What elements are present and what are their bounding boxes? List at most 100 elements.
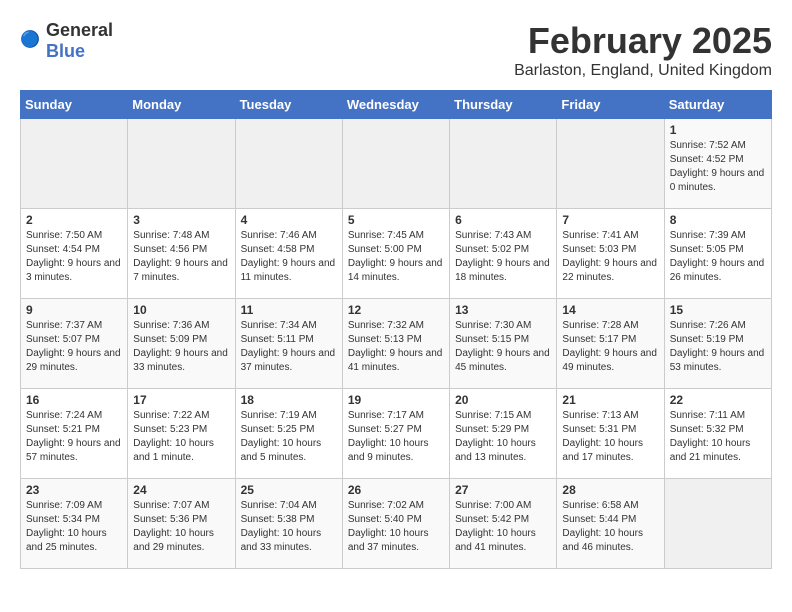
day-number: 11: [241, 303, 337, 317]
week-row-1: 1 Sunrise: 7:52 AM Sunset: 4:52 PM Daylig…: [21, 119, 772, 209]
calendar-cell: 28Sunrise: 6:58 AM Sunset: 5:44 PM Dayli…: [557, 479, 664, 569]
day-number: 24: [133, 483, 229, 497]
calendar-cell: [128, 119, 235, 209]
calendar-cell: 19 Sunrise: 7:17 AM Sunset: 5:27 PM Dayli…: [342, 389, 449, 479]
calendar-cell: 11 Sunrise: 7:34 AM Sunset: 5:11 PM Dayli…: [235, 299, 342, 389]
day-info: Sunrise: 7:02 AM Sunset: 5:40 PM Dayligh…: [348, 499, 444, 555]
day-number: 25: [241, 483, 337, 497]
day-info: Sunrise: 7:30 AM Sunset: 5:15 PM Dayligh…: [455, 319, 551, 375]
day-number: 6: [455, 213, 551, 227]
logo-blue: Blue: [46, 41, 85, 61]
day-number: 26: [348, 483, 444, 497]
header-saturday: Saturday: [664, 91, 771, 119]
day-info: Sunrise: 7:52 AM Sunset: 4:52 PM Dayligh…: [670, 139, 766, 195]
day-number: 8: [670, 213, 766, 227]
calendar-cell: 17 Sunrise: 7:22 AM Sunset: 5:23 PM Dayli…: [128, 389, 235, 479]
day-info: Sunrise: 7:28 AM Sunset: 5:17 PM Dayligh…: [562, 319, 658, 375]
main-title: February 2025: [514, 20, 772, 62]
day-info: Sunrise: 7:48 AM Sunset: 4:56 PM Dayligh…: [133, 229, 229, 285]
day-info: Sunrise: 7:37 AM Sunset: 5:07 PM Dayligh…: [26, 319, 122, 375]
day-number: 3: [133, 213, 229, 227]
day-number: 2: [26, 213, 122, 227]
calendar-cell: 4 Sunrise: 7:46 AM Sunset: 4:58 PM Daylig…: [235, 209, 342, 299]
week-row-4: 16 Sunrise: 7:24 AM Sunset: 5:21 PM Dayli…: [21, 389, 772, 479]
calendar-cell: 2 Sunrise: 7:50 AM Sunset: 4:54 PM Daylig…: [21, 209, 128, 299]
calendar-cell: 3 Sunrise: 7:48 AM Sunset: 4:56 PM Daylig…: [128, 209, 235, 299]
header: 🔵 General Blue February 2025 Barlaston, …: [20, 20, 772, 80]
day-number: 16: [26, 393, 122, 407]
calendar-cell: 6 Sunrise: 7:43 AM Sunset: 5:02 PM Daylig…: [450, 209, 557, 299]
day-info: Sunrise: 7:46 AM Sunset: 4:58 PM Dayligh…: [241, 229, 337, 285]
subtitle: Barlaston, England, United Kingdom: [514, 62, 772, 80]
header-wednesday: Wednesday: [342, 91, 449, 119]
calendar-cell: [21, 119, 128, 209]
day-info: Sunrise: 7:11 AM Sunset: 5:32 PM Dayligh…: [670, 409, 766, 465]
calendar-cell: 22 Sunrise: 7:11 AM Sunset: 5:32 PM Dayli…: [664, 389, 771, 479]
day-number: 14: [562, 303, 658, 317]
calendar-cell: 10 Sunrise: 7:36 AM Sunset: 5:09 PM Dayli…: [128, 299, 235, 389]
day-info: Sunrise: 7:34 AM Sunset: 5:11 PM Dayligh…: [241, 319, 337, 375]
day-info: Sunrise: 7:45 AM Sunset: 5:00 PM Dayligh…: [348, 229, 444, 285]
calendar-cell: 15 Sunrise: 7:26 AM Sunset: 5:19 PM Dayli…: [664, 299, 771, 389]
day-info: Sunrise: 6:58 AM Sunset: 5:44 PM Dayligh…: [562, 499, 658, 555]
logo: 🔵 General Blue: [20, 20, 113, 62]
day-number: 12: [348, 303, 444, 317]
day-number: 15: [670, 303, 766, 317]
day-number: 1: [670, 123, 766, 137]
day-info: Sunrise: 7:22 AM Sunset: 5:23 PM Dayligh…: [133, 409, 229, 465]
day-number: 7: [562, 213, 658, 227]
day-info: Sunrise: 7:07 AM Sunset: 5:36 PM Dayligh…: [133, 499, 229, 555]
header-thursday: Thursday: [450, 91, 557, 119]
calendar-cell: [557, 119, 664, 209]
calendar-cell: 21Sunrise: 7:13 AM Sunset: 5:31 PM Dayli…: [557, 389, 664, 479]
day-number: 10: [133, 303, 229, 317]
day-info: Sunrise: 7:43 AM Sunset: 5:02 PM Dayligh…: [455, 229, 551, 285]
day-number: 27: [455, 483, 551, 497]
calendar-cell: 20Sunrise: 7:15 AM Sunset: 5:29 PM Dayli…: [450, 389, 557, 479]
calendar-cell: 16 Sunrise: 7:24 AM Sunset: 5:21 PM Dayli…: [21, 389, 128, 479]
day-info: Sunrise: 7:19 AM Sunset: 5:25 PM Dayligh…: [241, 409, 337, 465]
day-info: Sunrise: 7:26 AM Sunset: 5:19 PM Dayligh…: [670, 319, 766, 375]
day-number: 13: [455, 303, 551, 317]
calendar-header: Sunday Monday Tuesday Wednesday Thursday…: [21, 91, 772, 119]
calendar-cell: 26 Sunrise: 7:02 AM Sunset: 5:40 PM Dayli…: [342, 479, 449, 569]
day-info: Sunrise: 7:50 AM Sunset: 4:54 PM Dayligh…: [26, 229, 122, 285]
calendar-cell: 25 Sunrise: 7:04 AM Sunset: 5:38 PM Dayli…: [235, 479, 342, 569]
calendar-cell: 5 Sunrise: 7:45 AM Sunset: 5:00 PM Daylig…: [342, 209, 449, 299]
calendar-cell: 1 Sunrise: 7:52 AM Sunset: 4:52 PM Daylig…: [664, 119, 771, 209]
day-info: Sunrise: 7:39 AM Sunset: 5:05 PM Dayligh…: [670, 229, 766, 285]
calendar-cell: 14 Sunrise: 7:28 AM Sunset: 5:17 PM Dayli…: [557, 299, 664, 389]
calendar-cell: 27Sunrise: 7:00 AM Sunset: 5:42 PM Dayli…: [450, 479, 557, 569]
week-row-2: 2 Sunrise: 7:50 AM Sunset: 4:54 PM Daylig…: [21, 209, 772, 299]
day-number: 19: [348, 393, 444, 407]
day-info: Sunrise: 7:36 AM Sunset: 5:09 PM Dayligh…: [133, 319, 229, 375]
calendar-cell: 18 Sunrise: 7:19 AM Sunset: 5:25 PM Dayli…: [235, 389, 342, 479]
day-info: Sunrise: 7:09 AM Sunset: 5:34 PM Dayligh…: [26, 499, 122, 555]
calendar-cell: 24 Sunrise: 7:07 AM Sunset: 5:36 PM Dayli…: [128, 479, 235, 569]
day-number: 17: [133, 393, 229, 407]
calendar-cell: 23 Sunrise: 7:09 AM Sunset: 5:34 PM Dayli…: [21, 479, 128, 569]
header-monday: Monday: [128, 91, 235, 119]
header-friday: Friday: [557, 91, 664, 119]
day-number: 20: [455, 393, 551, 407]
day-number: 9: [26, 303, 122, 317]
day-number: 23: [26, 483, 122, 497]
day-number: 18: [241, 393, 337, 407]
week-row-5: 23 Sunrise: 7:09 AM Sunset: 5:34 PM Dayli…: [21, 479, 772, 569]
day-info: Sunrise: 7:32 AM Sunset: 5:13 PM Dayligh…: [348, 319, 444, 375]
title-area: February 2025 Barlaston, England, United…: [514, 20, 772, 80]
day-info: Sunrise: 7:13 AM Sunset: 5:31 PM Dayligh…: [562, 409, 658, 465]
day-number: 4: [241, 213, 337, 227]
day-info: Sunrise: 7:24 AM Sunset: 5:21 PM Dayligh…: [26, 409, 122, 465]
day-info: Sunrise: 7:04 AM Sunset: 5:38 PM Dayligh…: [241, 499, 337, 555]
calendar-cell: 13 Sunrise: 7:30 AM Sunset: 5:15 PM Dayli…: [450, 299, 557, 389]
header-sunday: Sunday: [21, 91, 128, 119]
calendar-cell: [664, 479, 771, 569]
day-number: 22: [670, 393, 766, 407]
day-number: 5: [348, 213, 444, 227]
day-info: Sunrise: 7:17 AM Sunset: 5:27 PM Dayligh…: [348, 409, 444, 465]
header-tuesday: Tuesday: [235, 91, 342, 119]
logo-general: General: [46, 20, 113, 40]
calendar-cell: [235, 119, 342, 209]
calendar-cell: 7Sunrise: 7:41 AM Sunset: 5:03 PM Daylig…: [557, 209, 664, 299]
